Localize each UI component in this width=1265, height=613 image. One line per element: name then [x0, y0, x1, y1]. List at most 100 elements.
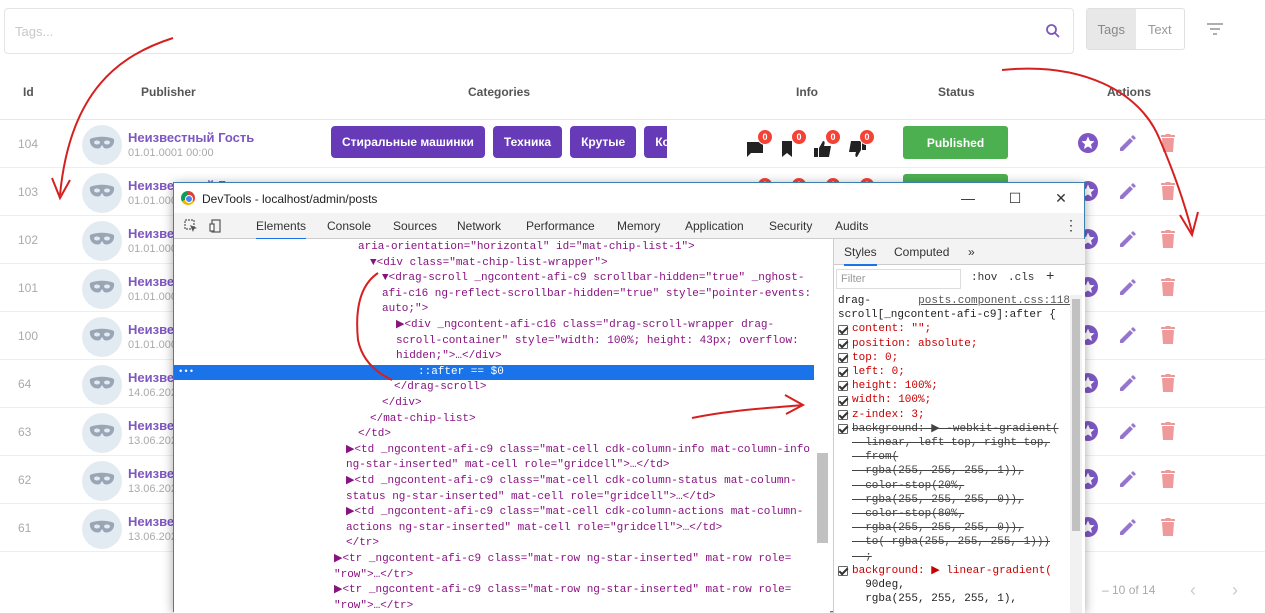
css-declaration[interactable]: content: "";: [838, 322, 1070, 336]
delete-icon[interactable]: [1157, 420, 1179, 442]
dom-line[interactable]: hidden;">…</div>: [396, 349, 502, 365]
like-icon[interactable]: 0: [813, 129, 841, 158]
dom-line[interactable]: </td>: [358, 427, 391, 443]
elements-scrollbar[interactable]: [817, 453, 828, 543]
css-declaration[interactable]: to( rgba(255, 255, 255, 1))): [838, 535, 1070, 549]
css-declaration[interactable]: position: absolute;: [838, 337, 1070, 351]
dom-line[interactable]: ▼<div class="mat-chip-list-wrapper">: [370, 256, 608, 272]
dom-line[interactable]: ▶<td _ngcontent-afi-c9 class="mat-cell c…: [346, 443, 810, 459]
cls-toggle[interactable]: .cls: [1008, 272, 1034, 284]
devtools-tab-elements[interactable]: Elements: [256, 219, 307, 240]
devtools-tab-application[interactable]: Application: [685, 219, 744, 233]
devtools-tab-security[interactable]: Security: [769, 219, 812, 233]
css-declaration[interactable]: width: 100%;: [838, 393, 1070, 407]
dom-line[interactable]: actions ng-star-inserted" mat-cell role=…: [346, 521, 722, 537]
dom-line[interactable]: aria-orientation="horizontal" id="mat-ch…: [358, 240, 695, 256]
css-declaration[interactable]: top: 0;: [838, 351, 1070, 365]
dom-line[interactable]: "row">…</tr>: [334, 599, 413, 613]
edit-icon[interactable]: [1117, 324, 1139, 346]
search-field[interactable]: Tags...: [4, 8, 1074, 54]
delete-icon[interactable]: [1157, 180, 1179, 202]
declaration-checkbox[interactable]: [838, 324, 848, 335]
category-chip[interactable]: Техника: [492, 126, 563, 158]
delete-icon[interactable]: [1157, 276, 1179, 298]
category-chip[interactable]: Ко: [644, 126, 667, 158]
css-declaration[interactable]: ;: [838, 550, 1070, 564]
edit-icon[interactable]: [1117, 228, 1139, 250]
css-declaration[interactable]: rgba(255, 255, 255, 1),: [838, 592, 1070, 606]
declaration-checkbox[interactable]: [838, 367, 848, 378]
dom-line[interactable]: ▶<tr _ngcontent-afi-c9 class="mat-row ng…: [334, 552, 791, 568]
minimize-button[interactable]: —: [959, 189, 977, 207]
css-declaration[interactable]: 90deg,: [838, 578, 1070, 592]
status-button[interactable]: Published: [903, 126, 1008, 159]
toggle-tags[interactable]: Tags: [1087, 9, 1136, 49]
comment-icon[interactable]: 0: [745, 129, 773, 158]
css-declaration[interactable]: from(: [838, 450, 1070, 464]
dom-line[interactable]: </div>: [382, 396, 422, 412]
dom-line[interactable]: </drag-scroll>: [394, 380, 486, 396]
devtools-tab-sources[interactable]: Sources: [393, 219, 437, 233]
prev-page-icon[interactable]: ‹: [1190, 580, 1196, 601]
publisher-name[interactable]: Неизвестный Гость: [128, 130, 254, 145]
styles-filter-input[interactable]: Filter: [836, 269, 961, 289]
devtools-more-icon[interactable]: ⋮: [1064, 217, 1078, 234]
bookmark-icon[interactable]: 0: [779, 129, 807, 158]
css-declaration[interactable]: height: 100%;: [838, 379, 1070, 393]
search-icon[interactable]: [1045, 23, 1061, 39]
rule-source-link[interactable]: posts.component.css:118: [918, 294, 1070, 308]
css-declaration[interactable]: background: ▶ linear-gradient(: [838, 564, 1070, 578]
tab-more[interactable]: »: [968, 245, 975, 259]
category-chip[interactable]: Крутые: [570, 126, 637, 158]
delete-icon[interactable]: [1157, 468, 1179, 490]
css-declaration[interactable]: linear, left top, right top,: [838, 436, 1070, 450]
edit-icon[interactable]: [1117, 276, 1139, 298]
edit-icon[interactable]: [1117, 180, 1139, 202]
dom-line[interactable]: auto;">: [382, 302, 428, 318]
dom-line[interactable]: </tr>: [346, 536, 379, 552]
column-status[interactable]: Status: [938, 85, 975, 99]
devtools-tab-performance[interactable]: Performance: [526, 219, 595, 233]
dom-line[interactable]: "row">…</tr>: [334, 568, 413, 584]
declaration-checkbox[interactable]: [838, 381, 848, 392]
devtools-tab-audits[interactable]: Audits: [835, 219, 868, 233]
delete-icon[interactable]: [1157, 324, 1179, 346]
tab-styles[interactable]: Styles: [844, 245, 877, 266]
dom-line[interactable]: status ng-star-inserted" mat-cell role="…: [346, 490, 716, 506]
device-toolbar-icon[interactable]: [209, 219, 223, 233]
css-declaration[interactable]: z-index: 3;: [838, 408, 1070, 422]
edit-icon[interactable]: [1117, 468, 1139, 490]
declaration-checkbox[interactable]: [838, 395, 848, 406]
category-chip[interactable]: Стиральные машинки: [331, 126, 485, 158]
table-row[interactable]: 104 Неизвестный Гость 01.01.0001 00:00 Ст…: [0, 120, 1265, 168]
dom-line[interactable]: ▶<tr _ngcontent-afi-c9 class="mat-row ng…: [334, 583, 791, 599]
tab-computed[interactable]: Computed: [894, 245, 949, 259]
hov-toggle[interactable]: :hov: [971, 272, 997, 284]
css-declaration[interactable]: rgba(255, 255, 255, 0)),: [838, 493, 1070, 507]
search-mode-toggle[interactable]: Tags Text: [1086, 8, 1185, 50]
next-page-icon[interactable]: ›: [1232, 580, 1238, 601]
dom-line[interactable]: ▼<drag-scroll _ngcontent-afi-c9 scrollba…: [382, 271, 804, 287]
devtools-title-bar[interactable]: DevTools - localhost/admin/posts — ☐ ✕: [174, 183, 1084, 213]
declaration-checkbox[interactable]: [838, 352, 848, 363]
css-declaration[interactable]: background: ▶ -webkit-gradient(: [838, 422, 1070, 436]
inspect-element-icon[interactable]: [184, 219, 198, 233]
css-declaration[interactable]: left: 0;: [838, 365, 1070, 379]
declaration-checkbox[interactable]: [838, 409, 848, 420]
edit-icon[interactable]: [1117, 132, 1139, 154]
column-id[interactable]: Id: [23, 85, 34, 99]
devtools-tab-memory[interactable]: Memory: [617, 219, 660, 233]
devtools-tab-network[interactable]: Network: [457, 219, 501, 233]
edit-icon[interactable]: [1117, 372, 1139, 394]
edit-icon[interactable]: [1117, 420, 1139, 442]
declaration-checkbox[interactable]: [838, 423, 848, 434]
star-icon[interactable]: [1077, 132, 1099, 154]
dom-line[interactable]: afi-c16 ng-reflect-scrollbar-hidden="tru…: [382, 287, 811, 303]
devtools-tab-console[interactable]: Console: [327, 219, 371, 233]
declaration-checkbox[interactable]: [838, 338, 848, 349]
css-declaration[interactable]: color-stop(80%,: [838, 507, 1070, 521]
dom-line[interactable]: </mat-chip-list>: [370, 412, 476, 428]
dom-line[interactable]: ▶<div _ngcontent-afi-c16 class="drag-scr…: [396, 318, 774, 334]
column-info[interactable]: Info: [796, 85, 818, 99]
dom-line[interactable]: ng-star-inserted" mat-cell role="gridcel…: [346, 458, 669, 474]
